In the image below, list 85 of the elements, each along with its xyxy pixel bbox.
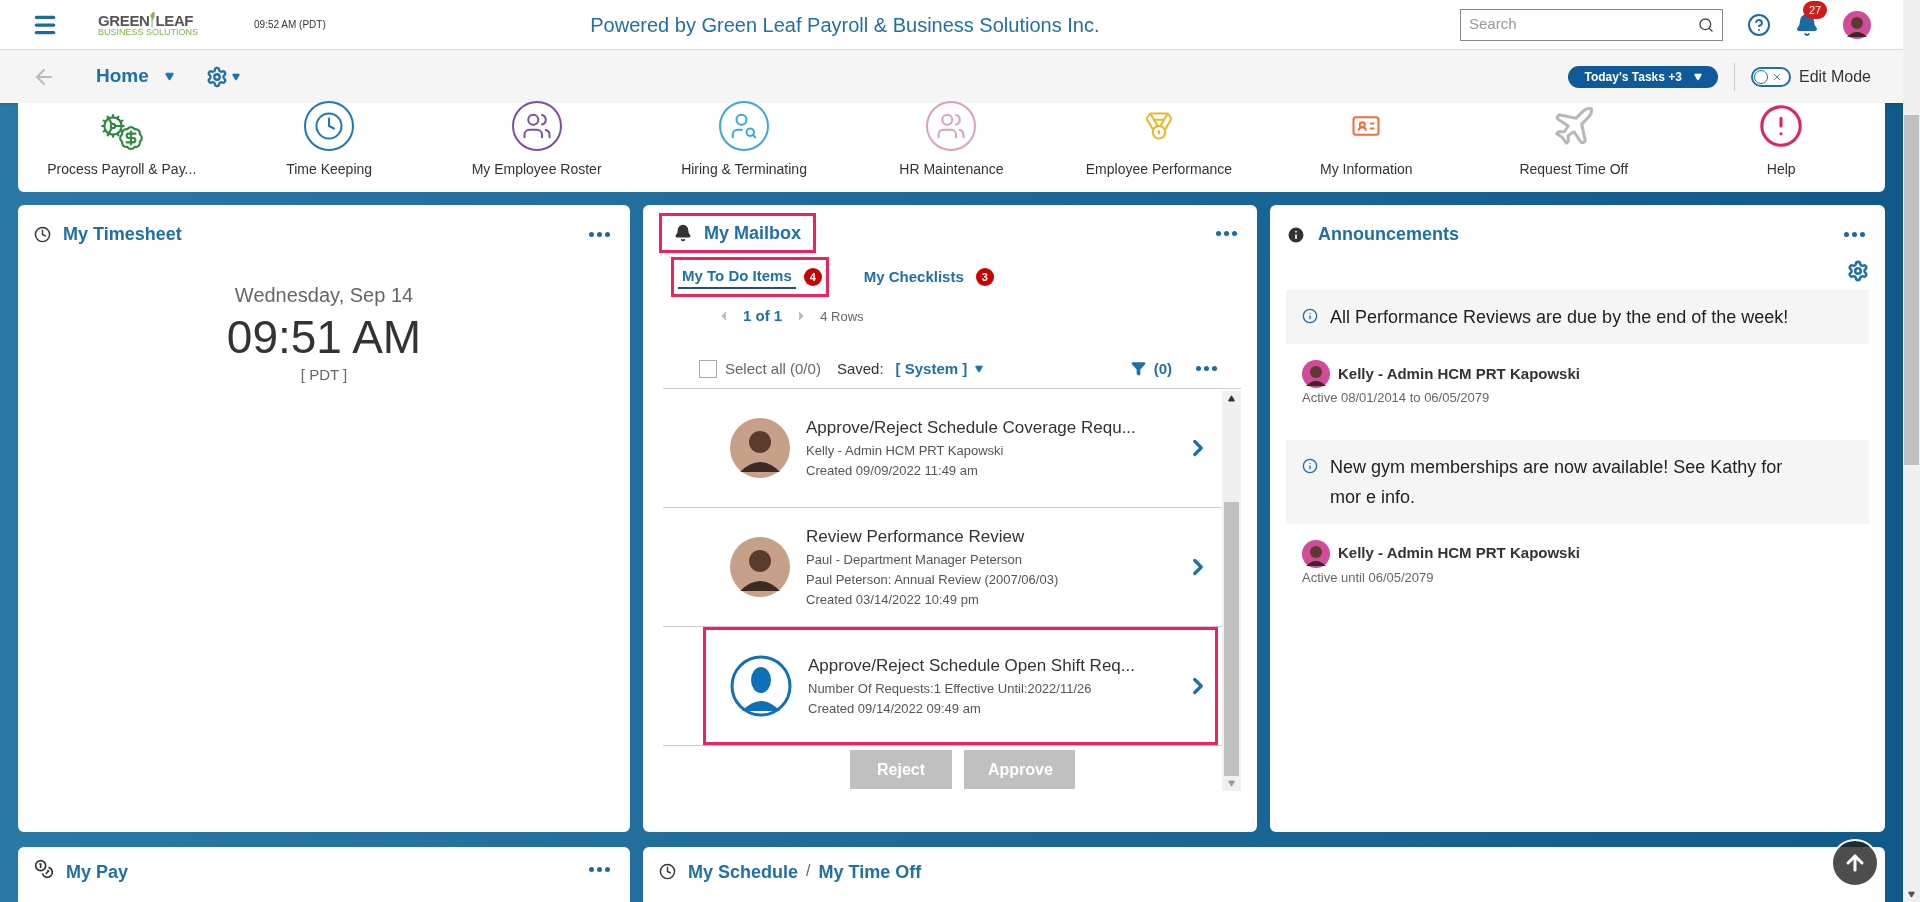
coins-icon — [34, 859, 54, 879]
item-detail: Number Of Requests:1 Effective Until:2022/11/26 — [808, 679, 1093, 698]
item-detail: Kelly - Admin HCM PRT Kapowski — [806, 441, 1005, 460]
item-detail: Paul Peterson: Annual Review (2007/06/03) — [806, 570, 1060, 589]
search-field[interactable]: Search — [1460, 8, 1723, 41]
shortcut-link[interactable]: Help — [1677, 101, 1885, 180]
shortcut-link[interactable]: Employee Performance — [1055, 101, 1263, 180]
info-icon — [1286, 224, 1306, 245]
clock-icon — [659, 863, 676, 880]
card-title: Announcements — [1318, 223, 1459, 246]
gear-icon — [205, 65, 228, 88]
shortcut-link[interactable]: Hiring & Terminating — [640, 101, 848, 180]
filter-button[interactable]: (0) — [1130, 357, 1172, 380]
item-detail: Created 09/14/2022 09:49 am — [808, 699, 982, 718]
scroll-up-icon[interactable] — [1228, 395, 1235, 402]
card-title: My Schedule — [688, 861, 799, 884]
edit-mode-label: Edit Mode — [1798, 66, 1871, 87]
item-detail: Paul - Department Manager Peterson — [806, 550, 1024, 569]
page-indicator: 1 of 1 — [743, 306, 783, 326]
logo: GREEN LEAF BUSINESS SOLUTIONS — [98, 12, 199, 37]
author-name: Kelly - Admin HCM PRT Kapowski — [1338, 543, 1580, 564]
person-avatar — [1843, 10, 1871, 39]
select-all-checkbox[interactable] — [699, 359, 717, 378]
tasks-dropdown[interactable]: Today's Tasks +3 — [1568, 65, 1718, 88]
x-icon — [1771, 71, 1782, 82]
person-avatar — [730, 537, 790, 597]
person-avatar — [1302, 539, 1330, 568]
shortcut-link[interactable]: Request Time Off — [1470, 101, 1678, 180]
shortcut-link[interactable]: My Employee Roster — [432, 101, 641, 180]
shortcut-link[interactable]: Process Payroll & Pay... — [18, 113, 226, 180]
help-icon[interactable] — [1747, 12, 1771, 37]
person-avatar — [730, 418, 790, 478]
settings-icon[interactable] — [1847, 260, 1869, 282]
notifications-icon[interactable] — [1795, 12, 1819, 37]
author-name: Kelly - Admin HCM PRT Kapowski — [1338, 363, 1580, 384]
item-detail: Created 03/14/2022 10:49 pm — [806, 590, 980, 609]
bell-icon — [674, 224, 692, 242]
search-input[interactable]: Search — [1469, 13, 1698, 36]
scrollbar[interactable] — [1222, 391, 1241, 791]
todo-item[interactable]: Review Performance Review Paul - Department Manager Peterson Paul Peterson: Annual Review (2007/06/03) Created 03/14/2022 10:49 pm — [663, 508, 1222, 627]
row-count: 4 Rows — [820, 307, 864, 326]
item-detail: Created 09/09/2022 11:49 am — [806, 461, 979, 480]
edit-mode-toggle[interactable] — [1750, 66, 1791, 87]
title-separator: / — [806, 861, 811, 881]
settings-dropdown[interactable] — [205, 65, 240, 88]
card-title: My Timesheet — [63, 223, 182, 246]
select-all-label: Select all (0/0) — [725, 358, 821, 379]
info-icon — [1302, 308, 1318, 324]
page-scrollbar[interactable] — [1903, 0, 1920, 902]
announcement-message: New gym memberships are now available! See Kathy for mor e info. — [1286, 439, 1869, 524]
shortcut-link[interactable]: Time Keeping — [225, 101, 433, 180]
mailbox-tab[interactable]: My Checklists 3 — [852, 257, 1001, 297]
search-icon — [1698, 16, 1714, 33]
home-dropdown[interactable]: Home — [96, 62, 174, 91]
item-title: Approve/Reject Schedule Coverage Requ... — [806, 417, 1137, 440]
card-title: My Pay — [66, 861, 129, 884]
saved-label: Saved: — [836, 358, 884, 379]
announcement-message: All Performance Reviews are due by the end of the week! — [1286, 290, 1869, 344]
caret-icon — [231, 72, 240, 81]
caret-icon — [1693, 72, 1702, 81]
user-placeholder-icon — [730, 655, 792, 717]
info-icon — [1302, 457, 1318, 474]
scroll-down-icon[interactable] — [1908, 891, 1915, 898]
mailbox-tab[interactable]: My To Do Items 4 — [671, 257, 829, 297]
item-title: Review Performance Review — [806, 526, 1026, 549]
current-time: 09:52 AM (PDT) — [254, 18, 326, 32]
todo-item[interactable]: Approve/Reject Schedule Coverage Requ... Kelly - Admin HCM PRT Kapowski Created 09/09/2022 11:49 am — [663, 389, 1222, 508]
item-title: Approve/Reject Schedule Open Shift Req... — [808, 655, 1136, 678]
clock-icon — [34, 226, 51, 243]
clock-time: 09:51 AM — [226, 310, 422, 364]
page-title: Powered by Green Leaf Payroll & Business Solutions Inc. — [589, 12, 1101, 38]
card-title: My Time Off — [818, 861, 922, 884]
time-zone: [ PDT ] — [300, 365, 348, 385]
notification-count: 27 — [1803, 0, 1828, 19]
active-period: Active 08/01/2014 to 06/05/2079 — [1302, 389, 1491, 407]
shortcut-link[interactable]: My Information — [1262, 101, 1471, 180]
saved-dropdown[interactable]: [ System ] — [895, 357, 984, 380]
card-title: My Mailbox — [704, 221, 801, 245]
date-text: Wednesday, Sep 14 — [234, 283, 414, 308]
filter-icon — [1130, 361, 1146, 377]
caret-icon — [975, 364, 984, 373]
person-avatar — [1302, 360, 1330, 388]
shortcut-link[interactable]: HR Maintenance — [847, 101, 1056, 180]
caret-icon — [164, 72, 174, 81]
active-period: Active until 06/05/2079 — [1302, 568, 1435, 587]
